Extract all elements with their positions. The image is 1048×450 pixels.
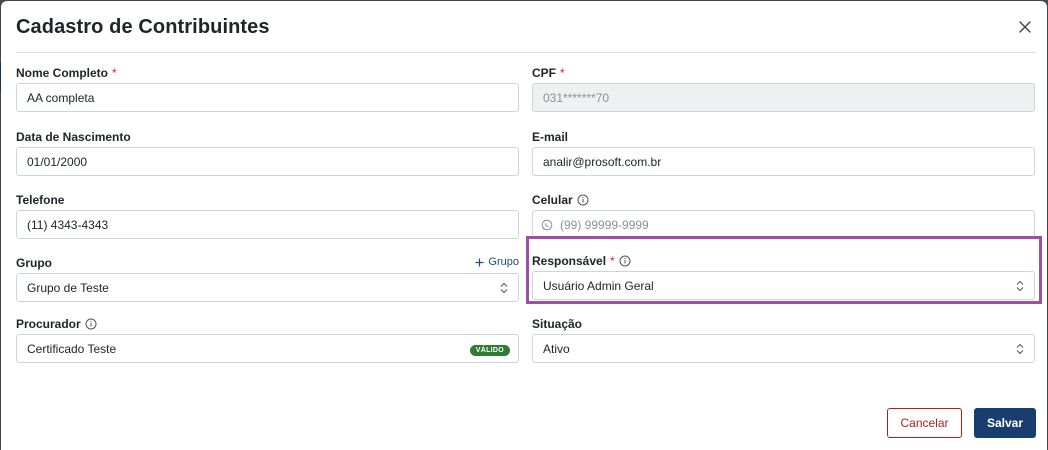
add-group-button[interactable]: Grupo [475, 256, 519, 268]
select-arrows-icon [500, 282, 508, 294]
celular-label-text: Celular [532, 193, 573, 207]
modal-title: Cadastro de Contribuintes [16, 16, 270, 38]
grupo-label-text: Grupo [16, 256, 52, 270]
field-celular: Celular (99) 99999-9999 [532, 193, 1035, 239]
procurador-input[interactable]: Certificado Teste VÁLIDO [16, 334, 519, 363]
nascimento-label: Data de Nascimento [16, 130, 131, 144]
email-value: analir@prosoft.com.br [543, 154, 662, 169]
email-label: E-mail [532, 130, 568, 144]
field-data-nascimento: Data de Nascimento 01/01/2000 [16, 130, 519, 176]
responsavel-select[interactable]: Usuário Admin Geral [532, 271, 1035, 300]
select-arrows-icon [1016, 280, 1024, 292]
nascimento-value: 01/01/2000 [27, 154, 88, 169]
field-grupo: Grupo Grupo Grupo de Teste [16, 256, 519, 302]
field-nome-completo: Nome Completo * AA completa [16, 66, 519, 112]
save-button[interactable]: Salvar [974, 408, 1036, 438]
situacao-select[interactable]: Ativo [532, 334, 1035, 363]
cpf-label-text: CPF [532, 66, 556, 80]
info-icon[interactable] [85, 318, 97, 330]
required-marker: * [560, 66, 565, 80]
nascimento-label-text: Data de Nascimento [16, 130, 131, 144]
info-icon[interactable] [577, 194, 589, 206]
grupo-value: Grupo de Teste [27, 280, 109, 295]
contribuintes-modal: Cadastro de Contribuintes Nome Completo … [1, 1, 1047, 450]
cancel-button[interactable]: Cancelar [887, 408, 962, 438]
responsavel-value: Usuário Admin Geral [543, 278, 654, 293]
info-icon[interactable] [619, 255, 631, 267]
field-cpf: CPF * 031*******70 [532, 66, 1035, 112]
procurador-value: Certificado Teste [27, 341, 117, 356]
email-label-text: E-mail [532, 130, 569, 144]
procurador-label: Procurador [16, 317, 97, 331]
grupo-label: Grupo [16, 256, 52, 270]
field-responsavel: Responsável * Usuário Admin Geral [532, 254, 1035, 300]
cpf-value: 031*******70 [543, 90, 610, 105]
select-arrows-icon [1016, 343, 1024, 355]
add-group-label: Grupo [488, 256, 519, 268]
grupo-select[interactable]: Grupo de Teste [16, 273, 519, 302]
nome-value: AA completa [27, 90, 95, 105]
responsavel-label: Responsável * [532, 254, 631, 268]
situacao-label-text: Situação [532, 317, 583, 331]
field-situacao: Situação Ativo [532, 317, 1035, 363]
cpf-label: CPF * [532, 66, 565, 80]
telefone-value: (11) 4343-4343 [27, 217, 109, 232]
procurador-label-text: Procurador [16, 317, 81, 331]
nome-input[interactable]: AA completa [16, 83, 519, 112]
field-email: E-mail analir@prosoft.com.br [532, 130, 1035, 176]
header-divider [16, 52, 1036, 53]
plus-icon [475, 258, 484, 266]
email-input[interactable]: analir@prosoft.com.br [532, 147, 1035, 176]
telefone-label: Telefone [16, 193, 64, 207]
status-badge: VÁLIDO [469, 345, 510, 356]
field-procurador: Procurador Certificado Teste VÁLIDO [16, 317, 519, 363]
field-telefone: Telefone (11) 4343-4343 [16, 193, 519, 239]
nome-label: Nome Completo * [16, 66, 117, 80]
required-marker: * [610, 254, 615, 268]
whatsapp-icon [541, 219, 553, 231]
celular-label: Celular [532, 193, 589, 207]
celular-placeholder: (99) 99999-9999 [560, 217, 649, 232]
situacao-value: Ativo [543, 341, 570, 356]
situacao-label: Situação [532, 317, 582, 331]
telefone-label-text: Telefone [16, 193, 65, 207]
nascimento-input[interactable]: 01/01/2000 [16, 147, 519, 176]
required-marker: * [112, 66, 117, 80]
close-button[interactable] [1015, 17, 1035, 37]
cpf-input: 031*******70 [532, 83, 1035, 112]
modal-header: Cadastro de Contribuintes [1, 1, 1047, 53]
celular-input[interactable]: (99) 99999-9999 [532, 210, 1035, 239]
telefone-input[interactable]: (11) 4343-4343 [16, 210, 519, 239]
nome-label-text: Nome Completo [16, 66, 109, 80]
close-icon [1019, 21, 1031, 33]
responsavel-label-text: Responsável [532, 254, 607, 268]
